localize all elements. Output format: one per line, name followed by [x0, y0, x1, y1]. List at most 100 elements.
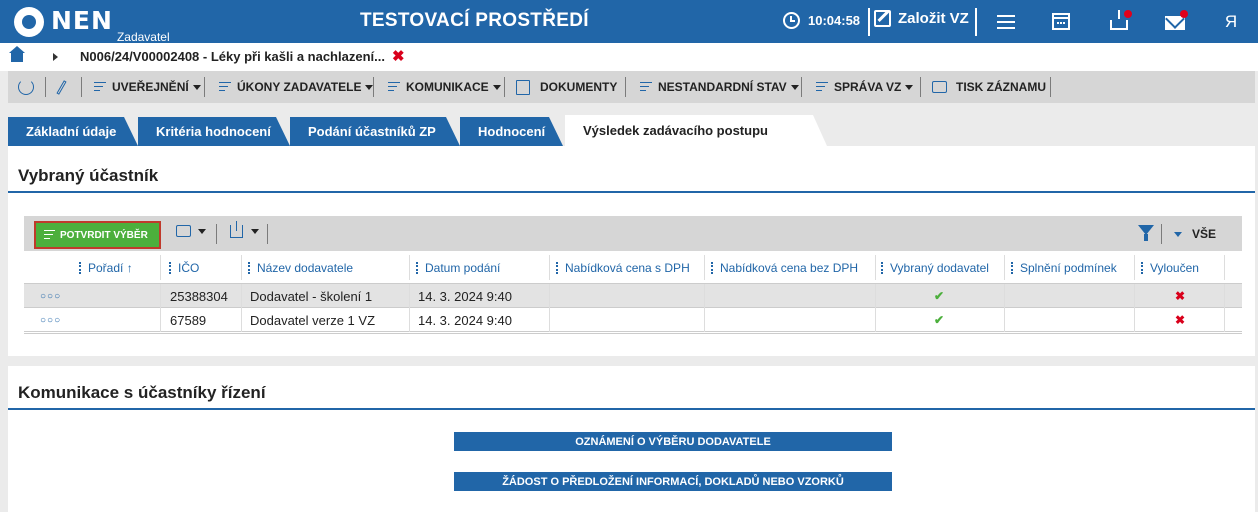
logo[interactable]: NEN Zadavatel: [14, 5, 170, 43]
divider: [504, 77, 505, 97]
divider: [549, 284, 550, 308]
divider: [204, 77, 205, 97]
top-bar: NEN Zadavatel TESTOVACÍ PROSTŘEDÍ 10:04:…: [0, 0, 1258, 43]
confirm-selection-button[interactable]: POTVRDIT VÝBĚR: [34, 221, 161, 249]
divider: [975, 8, 977, 36]
tab-vysledek-zadavaciho-postupu[interactable]: Výsledek zadávacího postupu: [565, 115, 827, 146]
home-icon[interactable]: [9, 46, 25, 62]
menu-icon[interactable]: [995, 11, 1017, 33]
table-row[interactable]: ○○○ 67589 Dodavatel verze 1 VZ 14. 3. 20…: [24, 308, 1242, 332]
divider: [160, 308, 161, 332]
divider: [1224, 308, 1225, 332]
action-toolbar: UVEŘEJNĚNÍ ÚKONY ZADAVATELE KOMUNIKACE D…: [8, 71, 1255, 103]
divider: [920, 77, 921, 97]
user-icon[interactable]: Я: [1220, 12, 1242, 34]
section-underline: [8, 408, 1255, 410]
list-icon: [94, 82, 106, 92]
column-menu-icon[interactable]: [1011, 261, 1013, 274]
divider: [1134, 284, 1135, 308]
divider: [868, 8, 870, 36]
column-menu-icon[interactable]: [169, 261, 171, 274]
environment-title: TESTOVACÍ PROSTŘEDÍ: [360, 10, 589, 31]
filter-icon[interactable]: [1138, 225, 1154, 241]
column-menu-icon[interactable]: [79, 261, 81, 274]
clock-icon: [783, 12, 800, 29]
caret-down-icon: [1174, 231, 1182, 237]
column-header-selected[interactable]: Vybraný dodavatel: [881, 251, 989, 284]
create-vz-button[interactable]: Založit VZ: [874, 10, 969, 27]
divider: [549, 308, 550, 332]
menu-uverejneni[interactable]: UVEŘEJNĚNÍ: [94, 71, 201, 103]
close-icon[interactable]: ✖: [392, 47, 405, 65]
divider: [409, 284, 410, 308]
logo-subtitle: Zadavatel: [116, 30, 170, 44]
divider: [241, 284, 242, 308]
mail-icon[interactable]: [1165, 16, 1185, 30]
row-menu-icon[interactable]: ○○○: [40, 308, 61, 332]
confirm-selection-label: POTVRDIT VÝBĚR: [60, 229, 148, 241]
cell-date: 14. 3. 2024 9:40: [418, 312, 512, 328]
column-header-ico[interactable]: IČO: [169, 251, 199, 284]
column-menu-icon[interactable]: [881, 261, 883, 274]
column-menu-icon[interactable]: [556, 261, 558, 274]
column-header-excluded[interactable]: Vyloučen: [1141, 251, 1199, 284]
column-header-name[interactable]: Název dodavatele: [248, 251, 353, 284]
divider: [1004, 308, 1005, 332]
request-documents-button[interactable]: ŽÁDOST O PŘEDLOŽENÍ INFORMACÍ, DOKLADŮ N…: [454, 472, 892, 491]
divider: [801, 77, 802, 97]
print-dropdown[interactable]: [176, 225, 206, 237]
edit-button[interactable]: [56, 71, 67, 103]
caret-down-icon: [492, 84, 501, 90]
column-label: IČO: [178, 260, 200, 275]
column-menu-icon[interactable]: [416, 261, 418, 274]
row-menu-icon[interactable]: ○○○: [40, 284, 61, 308]
menu-label: SPRÁVA VZ: [834, 80, 902, 94]
divider: [216, 224, 217, 244]
divider: [704, 308, 705, 332]
view-all-label: VŠE: [1192, 227, 1217, 241]
tab-kriteria-hodnoceni[interactable]: Kritéria hodnocení: [138, 117, 290, 146]
divider: [1004, 255, 1005, 280]
menu-sprava-vz[interactable]: SPRÁVA VZ: [816, 71, 914, 103]
table-row[interactable]: ○○○ 25388304 Dodavatel - školení 1 14. 3…: [24, 284, 1242, 308]
divider: [704, 255, 705, 280]
column-header-price-vat[interactable]: Nabídková cena s DPH: [556, 251, 690, 284]
export-dropdown[interactable]: [230, 221, 259, 238]
menu-dokumenty[interactable]: DOKUMENTY: [516, 71, 617, 103]
divider: [160, 284, 161, 308]
menu-tisk-zaznamu[interactable]: TISK ZÁZNAMU: [932, 71, 1046, 103]
calendar-icon[interactable]: [1052, 13, 1070, 30]
create-vz-label: Založit VZ: [898, 10, 969, 27]
menu-nestandardni-stav[interactable]: NESTANDARDNÍ STAV: [640, 71, 799, 103]
divider: [875, 255, 876, 280]
column-header-conditions[interactable]: Splnění podmínek: [1011, 251, 1117, 284]
column-header-date[interactable]: Datum podání: [416, 251, 500, 284]
breadcrumb-current[interactable]: N006/24/V00002408 - Léky při kašli a nac…: [80, 49, 385, 64]
menu-ukony-zadavatele[interactable]: ÚKONY ZADAVATELE: [219, 71, 374, 103]
refresh-button[interactable]: [18, 71, 34, 103]
divider: [45, 77, 46, 97]
tab-bar: Základní údaje Kritéria hodnocení Podání…: [0, 103, 1258, 146]
grid-toolbar: POTVRDIT VÝBĚR VŠE: [24, 216, 1242, 251]
session-clock: 10:04:58: [783, 12, 860, 29]
column-menu-icon[interactable]: [711, 261, 713, 274]
divider: [1224, 255, 1225, 280]
announce-selection-button[interactable]: OZNÁMENÍ O VÝBĚRU DODAVATELE: [454, 432, 892, 451]
menu-label: UVEŘEJNĚNÍ: [112, 80, 189, 94]
list-icon: [640, 82, 652, 92]
grid-bottom-border: [24, 333, 1242, 334]
divider: [409, 255, 410, 280]
menu-komunikace[interactable]: KOMUNIKACE: [388, 71, 501, 103]
column-header-order[interactable]: Pořadí ↑: [79, 251, 133, 284]
tab-hodnoceni[interactable]: Hodnocení: [460, 117, 563, 146]
column-label: Nabídková cena s DPH: [565, 260, 690, 275]
column-header-price-novat[interactable]: Nabídková cena bez DPH: [711, 251, 858, 284]
column-menu-icon[interactable]: [1141, 261, 1143, 274]
column-menu-icon[interactable]: [248, 261, 250, 274]
tab-podani-ucastniku[interactable]: Podání účastníků ZP: [290, 117, 460, 146]
view-all-toggle[interactable]: VŠE: [1174, 227, 1216, 241]
logo-icon: [14, 7, 44, 37]
inbox-icon[interactable]: [1110, 10, 1128, 30]
section-title: Komunikace s účastníky řízení: [18, 383, 266, 402]
tab-zakladni-udaje[interactable]: Základní údaje: [8, 117, 138, 146]
